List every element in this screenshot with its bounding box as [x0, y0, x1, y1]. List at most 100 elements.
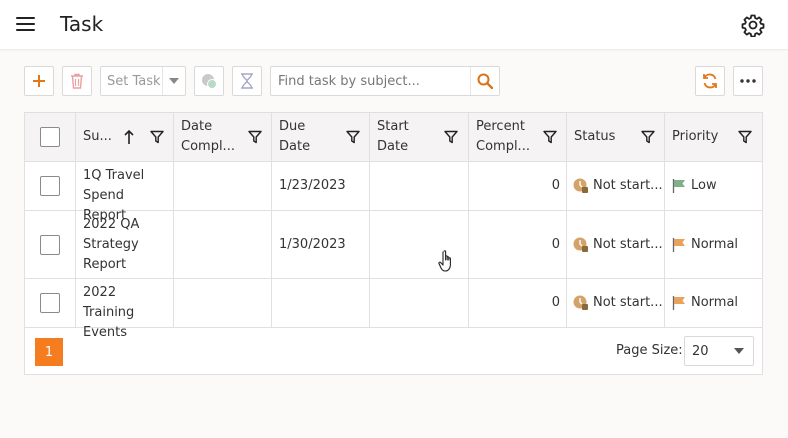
- clear-filter-button[interactable]: [232, 66, 262, 96]
- date-completed-cell[interactable]: [174, 279, 272, 327]
- refresh-button[interactable]: [695, 66, 725, 96]
- priority-cell[interactable]: Normal: [665, 279, 762, 327]
- ellipsis-icon: [740, 79, 756, 83]
- page-title: Task: [60, 12, 104, 36]
- column-label-status: Status: [574, 129, 616, 144]
- set-task-dropdown[interactable]: Set Task: [100, 66, 186, 96]
- column-label-percent-complete: Percent Compl...: [476, 119, 530, 154]
- table-row[interactable]: 2022 Training Events 0 Not start... Norm…: [25, 279, 762, 340]
- percent-complete-text: 0: [551, 295, 560, 310]
- row-checkbox[interactable]: [40, 176, 60, 196]
- due-date-cell[interactable]: 1/23/2023: [272, 162, 370, 210]
- link-task-icon: [202, 74, 217, 89]
- filter-icon[interactable]: [641, 130, 655, 144]
- percent-complete-cell[interactable]: 0: [469, 162, 567, 210]
- flag-icon: [672, 296, 685, 310]
- row-select-cell: [25, 279, 76, 327]
- status-not-started-icon: [573, 295, 588, 310]
- column-label-start-date: Start Date: [377, 119, 409, 154]
- priority-text: Low: [691, 178, 717, 193]
- app-header: Task: [0, 0, 788, 50]
- hand-cursor-icon: [438, 250, 451, 272]
- trash-icon: [71, 73, 83, 89]
- status-text: Not start...: [593, 178, 663, 193]
- column-header-due-date[interactable]: Due Date: [272, 113, 370, 162]
- start-date-cell[interactable]: [370, 162, 469, 210]
- page-size-select[interactable]: 20: [684, 336, 754, 366]
- more-options-button[interactable]: [733, 66, 763, 96]
- row-checkbox[interactable]: [40, 293, 60, 313]
- due-date-cell[interactable]: [272, 279, 370, 327]
- add-task-button[interactable]: [24, 66, 54, 96]
- subject-cell[interactable]: 2022 QA Strategy Report: [76, 211, 174, 278]
- hamburger-menu-icon[interactable]: [16, 17, 36, 33]
- sort-ascending-icon[interactable]: [123, 129, 135, 145]
- search-icon: [477, 73, 493, 89]
- column-header-subject[interactable]: Su...: [76, 113, 174, 162]
- subject-cell[interactable]: 2022 Training Events: [76, 279, 174, 340]
- chevron-down-icon[interactable]: [725, 337, 753, 365]
- column-header-date-completed[interactable]: Date Compl...: [174, 113, 272, 162]
- column-header-priority[interactable]: Priority: [665, 113, 762, 162]
- priority-text: Normal: [691, 237, 739, 252]
- filter-icon[interactable]: [346, 130, 360, 144]
- row-checkbox[interactable]: [40, 235, 60, 255]
- start-date-cell[interactable]: [370, 279, 469, 327]
- search-button[interactable]: [470, 67, 499, 95]
- table-row[interactable]: 2022 QA Strategy Report 1/30/2023 0 Not …: [25, 211, 762, 279]
- link-task-button[interactable]: [194, 66, 224, 96]
- due-date-text: 1/23/2023: [279, 178, 346, 193]
- priority-cell[interactable]: Normal: [665, 211, 762, 278]
- column-header-percent-complete[interactable]: Percent Compl...: [469, 113, 567, 162]
- status-not-started-icon: [573, 237, 588, 252]
- flag-icon: [672, 238, 685, 252]
- priority-cell[interactable]: Low: [665, 162, 762, 210]
- table-row[interactable]: 1Q Travel Spend Report 1/23/2023 0 Not s…: [25, 162, 762, 223]
- row-select-cell: [25, 211, 76, 278]
- status-cell[interactable]: Not start...: [567, 211, 665, 278]
- select-all-cell: [25, 113, 76, 162]
- subject-cell[interactable]: 1Q Travel Spend Report: [76, 162, 174, 223]
- row-select-cell: [25, 162, 76, 210]
- filter-icon[interactable]: [543, 130, 557, 144]
- gear-icon[interactable]: [741, 13, 765, 37]
- page-button-1[interactable]: 1: [35, 338, 63, 366]
- subject-text: 2022 Training Events: [83, 285, 135, 340]
- search-input[interactable]: [271, 67, 471, 95]
- due-date-cell[interactable]: 1/30/2023: [272, 211, 370, 278]
- status-text: Not start...: [593, 295, 663, 310]
- chevron-down-icon[interactable]: [162, 67, 185, 95]
- column-header-start-date[interactable]: Start Date: [370, 113, 469, 162]
- column-label-due-date: Due Date: [279, 119, 311, 154]
- status-not-started-icon: [573, 178, 588, 193]
- task-grid: Su... Date Compl... Due Date Start Date …: [24, 112, 763, 375]
- set-task-label: Set Task: [107, 74, 161, 89]
- column-label-date-completed: Date Compl...: [181, 119, 235, 154]
- filter-icon[interactable]: [738, 130, 752, 144]
- hourglass-icon: [241, 73, 253, 89]
- filter-icon[interactable]: [444, 130, 458, 144]
- status-cell[interactable]: Not start...: [567, 162, 665, 210]
- column-label-subject: Su...: [83, 129, 112, 144]
- date-completed-cell[interactable]: [174, 162, 272, 210]
- subject-text: 2022 QA Strategy Report: [83, 217, 140, 272]
- status-text: Not start...: [593, 237, 663, 252]
- percent-complete-cell[interactable]: 0: [469, 211, 567, 278]
- column-label-priority: Priority: [672, 129, 719, 144]
- delete-task-button[interactable]: [62, 66, 92, 96]
- percent-complete-cell[interactable]: 0: [469, 279, 567, 327]
- flag-icon: [672, 179, 685, 193]
- select-all-checkbox[interactable]: [40, 127, 60, 147]
- date-completed-cell[interactable]: [174, 211, 272, 278]
- column-header-status[interactable]: Status: [567, 113, 665, 162]
- page-size-value: 20: [692, 344, 709, 359]
- filter-icon[interactable]: [248, 130, 262, 144]
- due-date-text: 1/30/2023: [279, 237, 346, 252]
- search-box: [270, 66, 500, 96]
- grid-header: Su... Date Compl... Due Date Start Date …: [25, 113, 762, 162]
- filter-icon[interactable]: [150, 130, 164, 144]
- page-size-label: Page Size:: [616, 343, 683, 358]
- priority-text: Normal: [691, 295, 739, 310]
- status-cell[interactable]: Not start...: [567, 279, 665, 327]
- plus-icon: [33, 75, 45, 87]
